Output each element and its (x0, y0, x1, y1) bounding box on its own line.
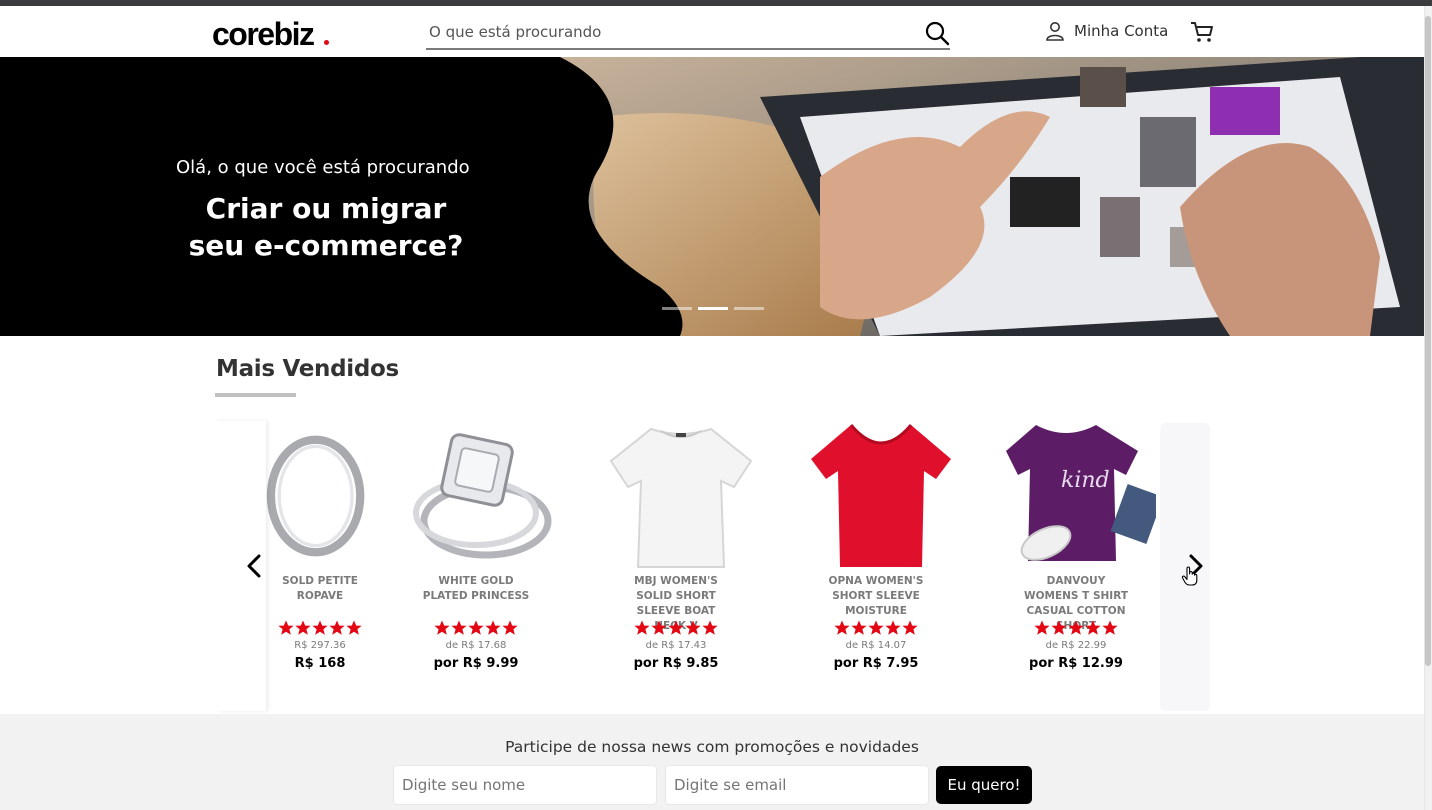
product-rating (796, 620, 956, 636)
carousel-dot-3[interactable] (734, 307, 764, 310)
product-card[interactable]: kind DANVOUY WOMENS T SHIRT CASUAL COTTO… (996, 421, 1156, 691)
star-icon (634, 620, 650, 635)
star-icon (485, 620, 501, 635)
star-icon (312, 620, 328, 635)
newsletter-submit-button[interactable]: Eu quero! (936, 766, 1032, 804)
product-image-red-shirt (811, 424, 951, 567)
logo-dot (324, 40, 329, 45)
page-scrollbar[interactable] (1424, 6, 1432, 810)
product-image-white-shirt (609, 427, 753, 568)
product-rating (396, 620, 556, 636)
star-icon (451, 620, 467, 635)
corebiz-logo[interactable]: corebiz (212, 16, 315, 53)
hero-title: Criar ou migrar seu e-commerce? (188, 192, 464, 262)
product-image-ring-set (413, 433, 552, 559)
product-card[interactable]: WHITE GOLD PLATED PRINCESS de R$ 17.68 p… (396, 421, 556, 691)
star-icon (329, 620, 345, 635)
product-old-price: de R$ 22.99 (1045, 640, 1107, 651)
star-icon (434, 620, 450, 635)
product-image-purple-shirt: kind (1006, 425, 1156, 561)
star-icon (1051, 620, 1067, 635)
product-old-price: de R$ 17.43 (645, 640, 707, 651)
product-rating (996, 620, 1156, 636)
star-icon (885, 620, 901, 635)
star-icon (1034, 620, 1050, 635)
search-bar (426, 18, 950, 50)
search-icon[interactable] (924, 20, 950, 46)
star-icon (346, 620, 362, 635)
svg-text:kind: kind (1061, 468, 1110, 493)
hero-subtitle: Olá, o que você está procurando (176, 157, 470, 178)
newsletter-title: Participe de nossa news com promoções e … (505, 738, 919, 756)
carousel-dot-1[interactable] (662, 307, 692, 310)
search-input[interactable] (426, 18, 906, 46)
star-icon (868, 620, 884, 635)
star-icon (1085, 620, 1101, 635)
product-price: por R$ 9.85 (633, 656, 719, 671)
star-icon (834, 620, 850, 635)
product-card[interactable]: OPNA WOMEN'S SHORT SLEEVE MOISTURE de R$… (796, 421, 956, 691)
scrollbar-thumb[interactable] (1425, 16, 1431, 666)
star-icon (902, 620, 918, 635)
user-icon (1046, 22, 1064, 41)
star-icon (278, 620, 294, 635)
product-name: OPNA WOMEN'S SHORT SLEEVE MOISTURE (828, 575, 924, 617)
star-icon (702, 620, 718, 635)
newsletter-name-input[interactable] (393, 765, 657, 805)
product-price: por R$ 9.99 (433, 656, 519, 671)
cart-icon[interactable] (1189, 19, 1215, 45)
account-label: Minha Conta (1074, 22, 1169, 40)
product-image-ring (266, 435, 365, 557)
hand-cursor-icon (1181, 566, 1198, 586)
product-old-price: de R$ 14.07 (845, 640, 907, 651)
star-icon (1068, 620, 1084, 635)
section-title: Mais Vendidos (216, 356, 399, 382)
star-icon (468, 620, 484, 635)
product-old-price: de R$ 17.68 (445, 640, 507, 651)
star-icon (502, 620, 518, 635)
star-icon (651, 620, 667, 635)
product-card[interactable]: MBJ WOMEN'S SOLID SHORT SLEEVE BOAT NECK… (596, 421, 756, 691)
carousel-prev-button[interactable] (242, 551, 266, 581)
carousel-dots (662, 307, 764, 310)
site-header: corebiz Minha Conta (0, 6, 1424, 57)
section-underline (215, 393, 296, 397)
product-price: por R$ 12.99 (1029, 656, 1123, 671)
product-rating (596, 620, 756, 636)
star-icon (668, 620, 684, 635)
product-name: WHITE GOLD PLATED PRINCESS (422, 575, 530, 602)
star-icon (1102, 620, 1118, 635)
star-icon (295, 620, 311, 635)
star-icon (851, 620, 867, 635)
hero-banner[interactable]: Olá, o que você está procurando Criar ou… (0, 57, 1424, 336)
product-shelf: SOLD PETITE ROPAVE R$ 297.36 R$ 168 WHIT… (216, 421, 1210, 711)
account-link[interactable]: Minha Conta (1044, 20, 1168, 42)
newsletter-email-input[interactable] (665, 765, 929, 805)
star-icon (685, 620, 701, 635)
newsletter-section: Participe de nossa news com promoções e … (0, 714, 1424, 810)
carousel-dot-2[interactable] (698, 307, 728, 310)
product-price: por R$ 7.95 (833, 656, 919, 671)
